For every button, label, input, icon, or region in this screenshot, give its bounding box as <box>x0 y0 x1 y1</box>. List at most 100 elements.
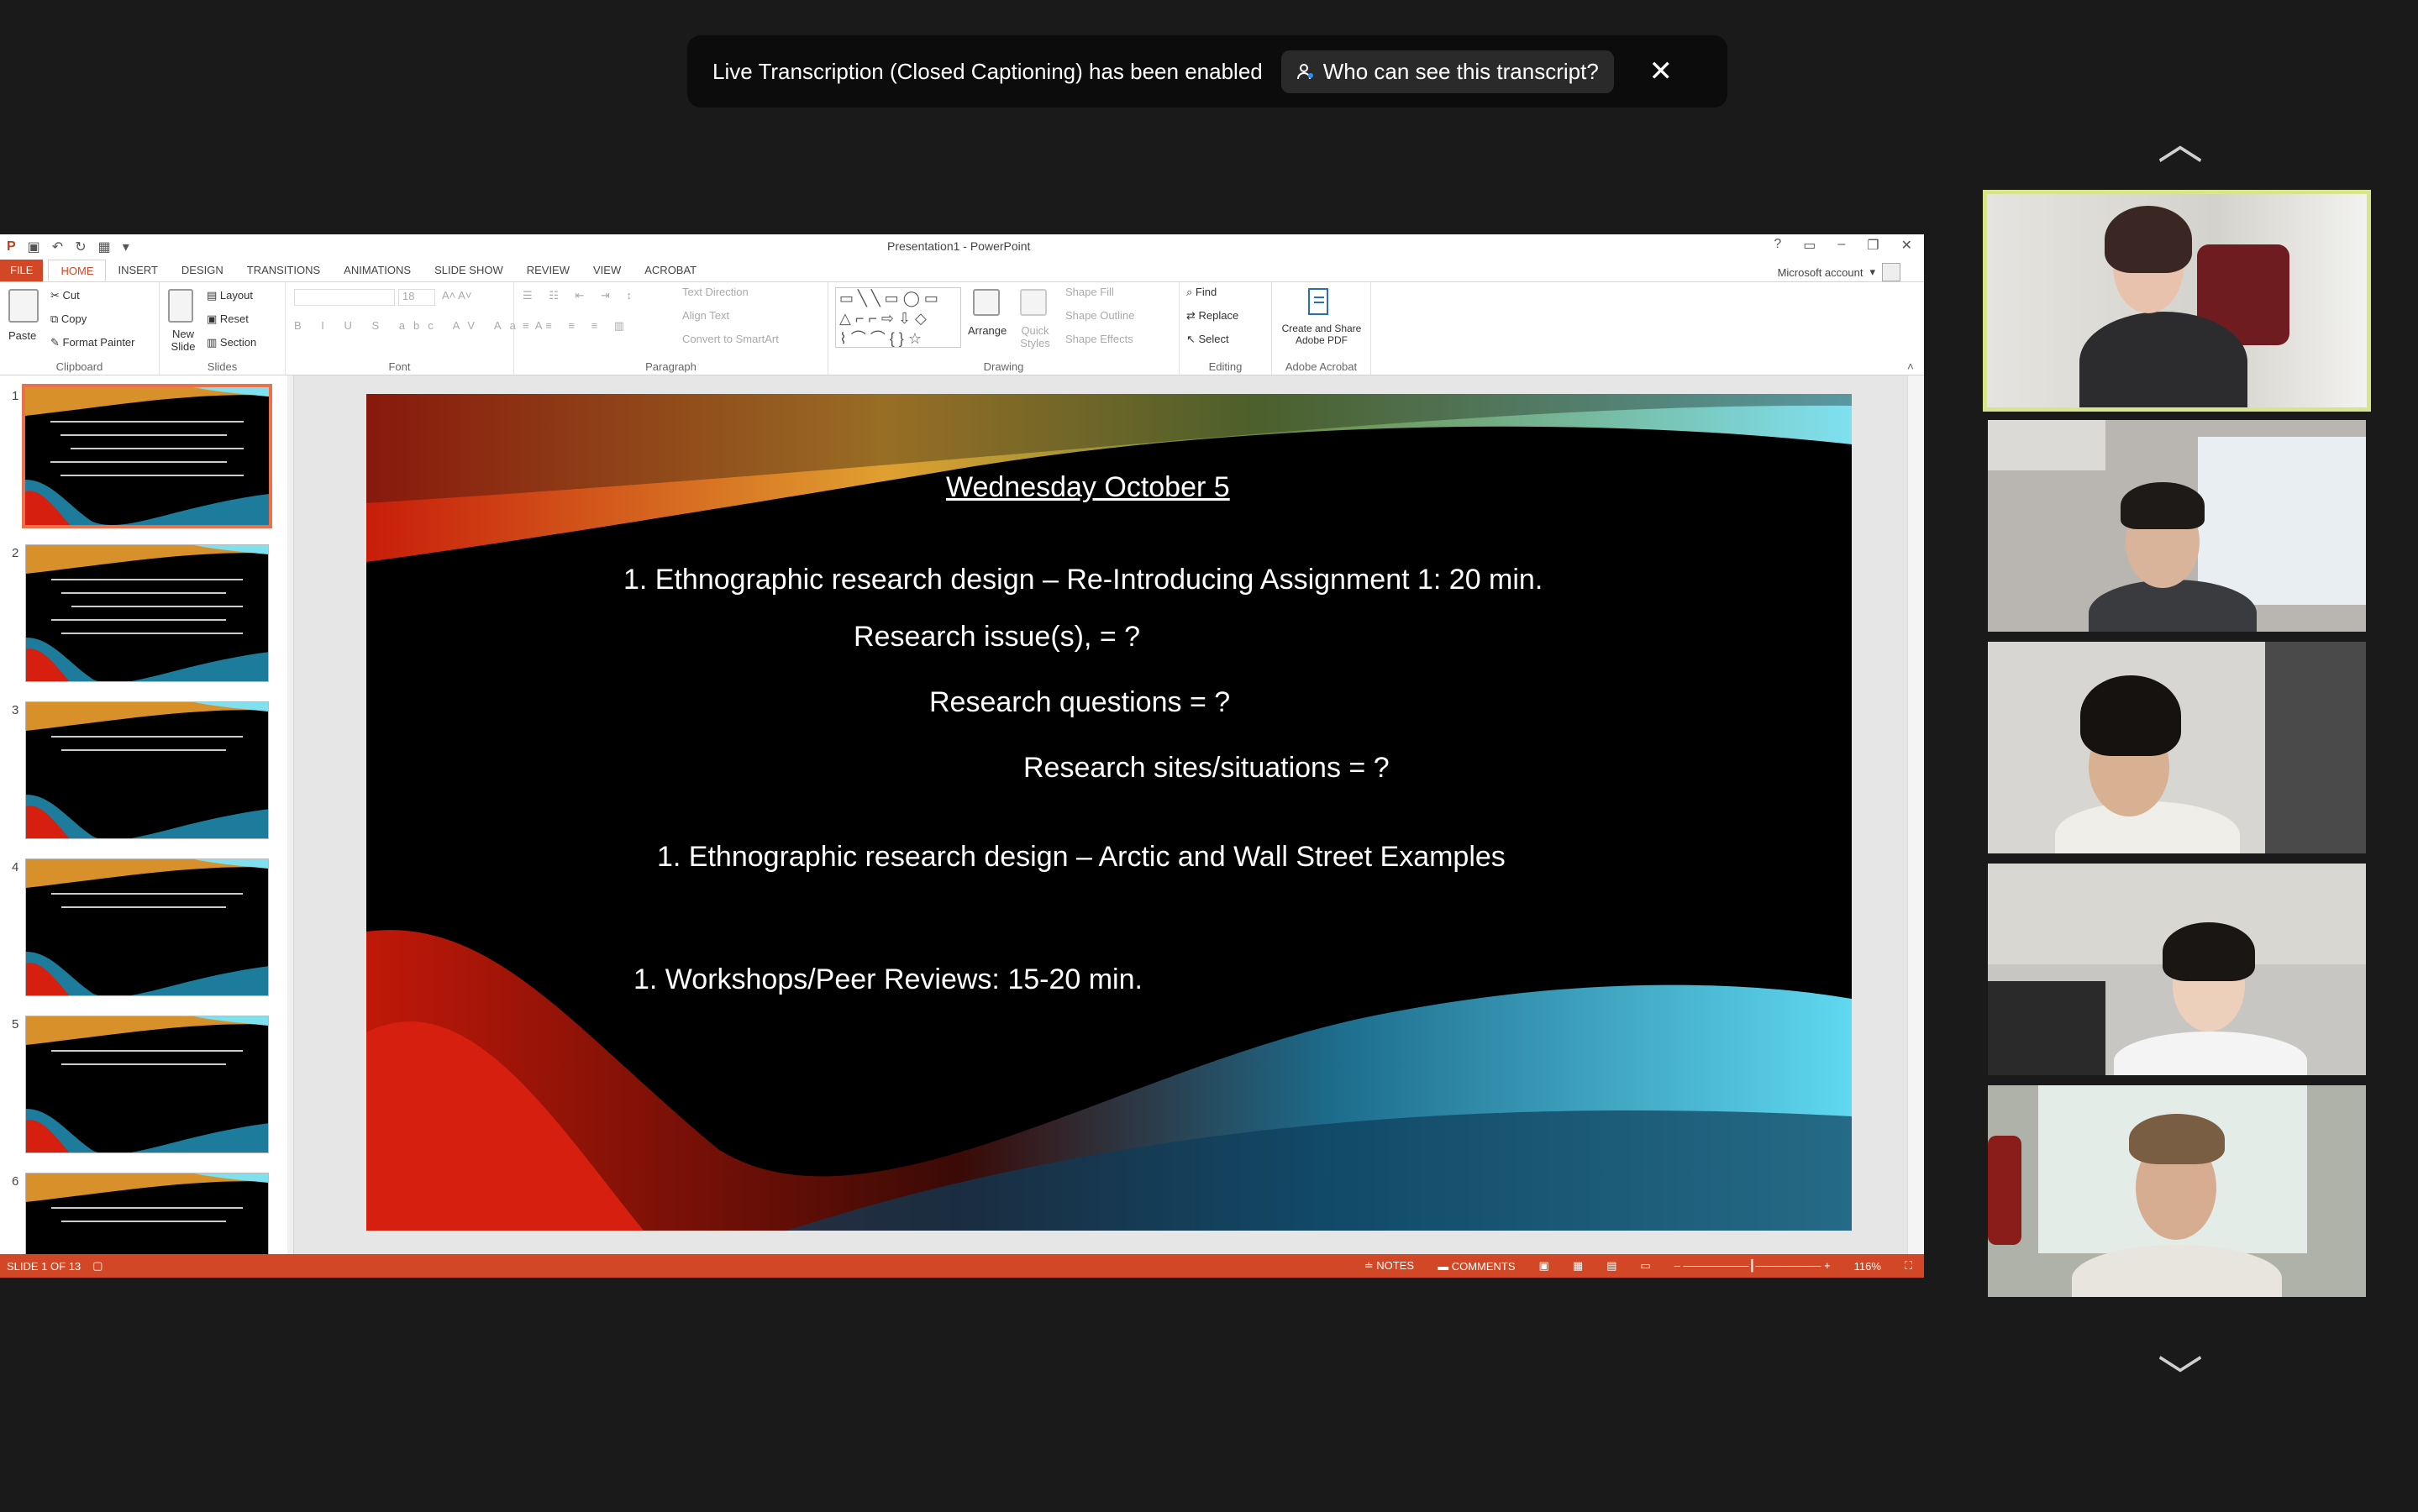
font-family-select[interactable] <box>294 289 395 306</box>
slide-line-4[interactable]: Research sites/situations = ? <box>1023 752 1390 785</box>
slide-thumbnail[interactable] <box>25 1016 269 1153</box>
scroll-down-chevron-icon[interactable]: ﹀ <box>2149 1341 2211 1407</box>
replace-button[interactable]: ⇄ Replace <box>1186 309 1238 323</box>
slide-thumbnail-row[interactable]: 2 <box>0 544 286 687</box>
shapes-gallery[interactable]: ▭ ╲ ╲ ▭ ◯ ▭ △ ⌐ ⌐ ⇨ ⇩ ◇ ⌇ ⌒ ⌒ { } ☆ <box>835 287 961 348</box>
quick-styles-button[interactable]: Quick Styles <box>1017 324 1054 349</box>
paste-button[interactable]: Paste <box>8 329 36 342</box>
slide-thumbnail-row[interactable]: 1 <box>0 384 286 530</box>
slide-line-2[interactable]: Research issue(s), = ? <box>854 621 1140 654</box>
slide-thumbnail[interactable] <box>25 1173 269 1254</box>
tab-transitions[interactable]: TRANSITIONS <box>235 260 332 281</box>
undo-icon[interactable]: ↶ <box>52 239 63 255</box>
who-can-see-transcript-button[interactable]: Who can see this transcript? <box>1280 50 1614 93</box>
shape-effects-button[interactable]: Shape Effects <box>1065 333 1133 345</box>
layout-button[interactable]: ▤ Layout <box>207 289 253 302</box>
cut-button[interactable]: ✂ Cut <box>50 289 80 302</box>
help-icon[interactable]: ? <box>1774 237 1781 254</box>
slide-line-6[interactable]: 1. Workshops/Peer Reviews: 15-20 min. <box>633 963 1143 996</box>
arrange-icon[interactable] <box>973 289 1000 316</box>
participant-hair <box>2080 675 2181 756</box>
tab-review[interactable]: REVIEW <box>515 260 581 281</box>
zoom-level[interactable]: 116% <box>1854 1260 1881 1273</box>
list-icons[interactable]: ☰ ☷ ⇤ ⇥ ↕ <box>523 289 639 302</box>
shape-fill-button[interactable]: Shape Fill <box>1065 286 1114 298</box>
font-style-icons[interactable]: B I U S abc AV Aa A <box>294 319 550 332</box>
tab-file[interactable]: FILE <box>0 260 44 281</box>
zoom-slider[interactable]: – ——————┃—————— + <box>1674 1259 1831 1273</box>
notes-button[interactable]: ≐ NOTES <box>1364 1259 1414 1273</box>
participant-tile-4[interactable] <box>1988 864 2366 1075</box>
ribbon-display-icon[interactable]: ▭ <box>1803 237 1816 254</box>
adobe-pdf-icon[interactable] <box>1306 287 1333 318</box>
participant-tile-2[interactable] <box>1988 420 2366 632</box>
close-window-icon[interactable]: ✕ <box>1901 237 1912 254</box>
shape-outline-button[interactable]: Shape Outline <box>1065 309 1134 322</box>
paste-icon[interactable] <box>8 289 39 323</box>
format-painter-button[interactable]: ✎ Format Painter <box>50 336 135 349</box>
slide-title[interactable]: Wednesday October 5 <box>946 471 1230 504</box>
grow-font-icon[interactable]: A˄ A˅ <box>442 289 471 302</box>
restore-icon[interactable]: ❐ <box>1867 237 1879 254</box>
slide-thumbnail-row[interactable]: 5 <box>0 1016 286 1158</box>
tab-view[interactable]: VIEW <box>581 260 633 281</box>
slide-thumbnail-row[interactable]: 4 <box>0 858 286 1001</box>
scissors-icon: ✂ <box>50 289 63 302</box>
thumbnail-scrollbar[interactable] <box>287 375 293 1254</box>
close-icon[interactable]: ✕ <box>1646 55 1676 88</box>
scroll-up-chevron-icon[interactable]: ︿ <box>2149 106 2211 172</box>
reading-view-icon[interactable]: ▤ <box>1606 1259 1616 1273</box>
create-share-pdf-button[interactable]: Create and Share Adobe PDF <box>1275 323 1368 346</box>
tab-slide-show[interactable]: SLIDE SHOW <box>423 260 515 281</box>
new-slide-button[interactable]: New Slide <box>166 328 200 353</box>
tab-home[interactable]: HOME <box>48 260 107 281</box>
tab-insert[interactable]: INSERT <box>106 260 169 281</box>
participant-tile-1[interactable] <box>1983 190 2371 412</box>
collapse-ribbon-icon[interactable]: ˄ <box>1907 360 1914 373</box>
slideshow-view-icon[interactable]: ▭ <box>1640 1259 1650 1273</box>
spell-check-icon[interactable]: ▢ <box>92 1259 103 1273</box>
slide-scrollbar[interactable] <box>1907 375 1924 1254</box>
font-size-select[interactable]: 18 <box>398 289 435 306</box>
slide-line-3[interactable]: Research questions = ? <box>929 686 1230 719</box>
align-icons[interactable]: ≡ ≡ ≡ ≡ ▥ <box>523 319 631 333</box>
reset-button[interactable]: ▣ Reset <box>207 312 249 326</box>
save-icon[interactable]: ▣ <box>28 239 40 255</box>
fit-slide-icon[interactable]: ⛶ <box>1905 1259 1912 1273</box>
find-button[interactable]: ⌕ Find <box>1186 286 1217 299</box>
customize-qat-icon[interactable]: ▾ <box>123 239 129 255</box>
slide-thumbnail[interactable] <box>25 858 269 996</box>
participant-tile-3[interactable] <box>1988 642 2366 853</box>
convert-smartart-button[interactable]: Convert to SmartArt <box>682 333 779 345</box>
section-button[interactable]: ▥ Section <box>207 336 256 349</box>
align-text-button[interactable]: Align Text <box>682 309 729 322</box>
start-slideshow-icon[interactable]: ▦ <box>98 239 111 255</box>
new-slide-icon[interactable] <box>168 289 193 323</box>
slide-thumbnail[interactable] <box>25 701 269 839</box>
slide-line-5[interactable]: 1. Ethnographic research design – Arctic… <box>657 841 1506 874</box>
copy-button[interactable]: ⧉ Copy <box>50 312 87 326</box>
copy-icon: ⧉ <box>50 312 61 325</box>
slide-thumbnail[interactable] <box>25 544 269 682</box>
arrange-button[interactable]: Arrange <box>968 324 1007 337</box>
slide-line-1[interactable]: 1. Ethnographic research design – Re-Int… <box>623 564 1543 596</box>
tab-acrobat[interactable]: ACROBAT <box>633 260 708 281</box>
thumbnail-text-line <box>61 906 226 908</box>
tab-design[interactable]: DESIGN <box>170 260 235 281</box>
select-button[interactable]: ↖ Select <box>1186 333 1229 346</box>
slide-thumbnail-row[interactable]: 3 <box>0 701 286 844</box>
text-direction-button[interactable]: Text Direction <box>682 286 749 298</box>
minimize-icon[interactable]: – <box>1837 237 1845 254</box>
slide-thumbnail-row[interactable]: 6 <box>0 1173 286 1254</box>
comments-button[interactable]: ▬ COMMENTS <box>1438 1260 1515 1273</box>
normal-view-icon[interactable]: ▣ <box>1539 1259 1549 1273</box>
clipboard-label: Clipboard <box>55 360 103 373</box>
slide-sorter-icon[interactable]: ▦ <box>1573 1259 1583 1273</box>
thumbnail-text-line <box>50 421 244 423</box>
redo-icon[interactable]: ↻ <box>75 239 86 255</box>
tab-animations[interactable]: ANIMATIONS <box>332 260 423 281</box>
account-menu[interactable]: Microsoft account ▾ <box>1778 263 1900 281</box>
slide-thumbnail[interactable] <box>22 384 272 528</box>
participant-tile-5[interactable] <box>1988 1085 2366 1297</box>
quick-styles-icon[interactable] <box>1020 289 1047 316</box>
